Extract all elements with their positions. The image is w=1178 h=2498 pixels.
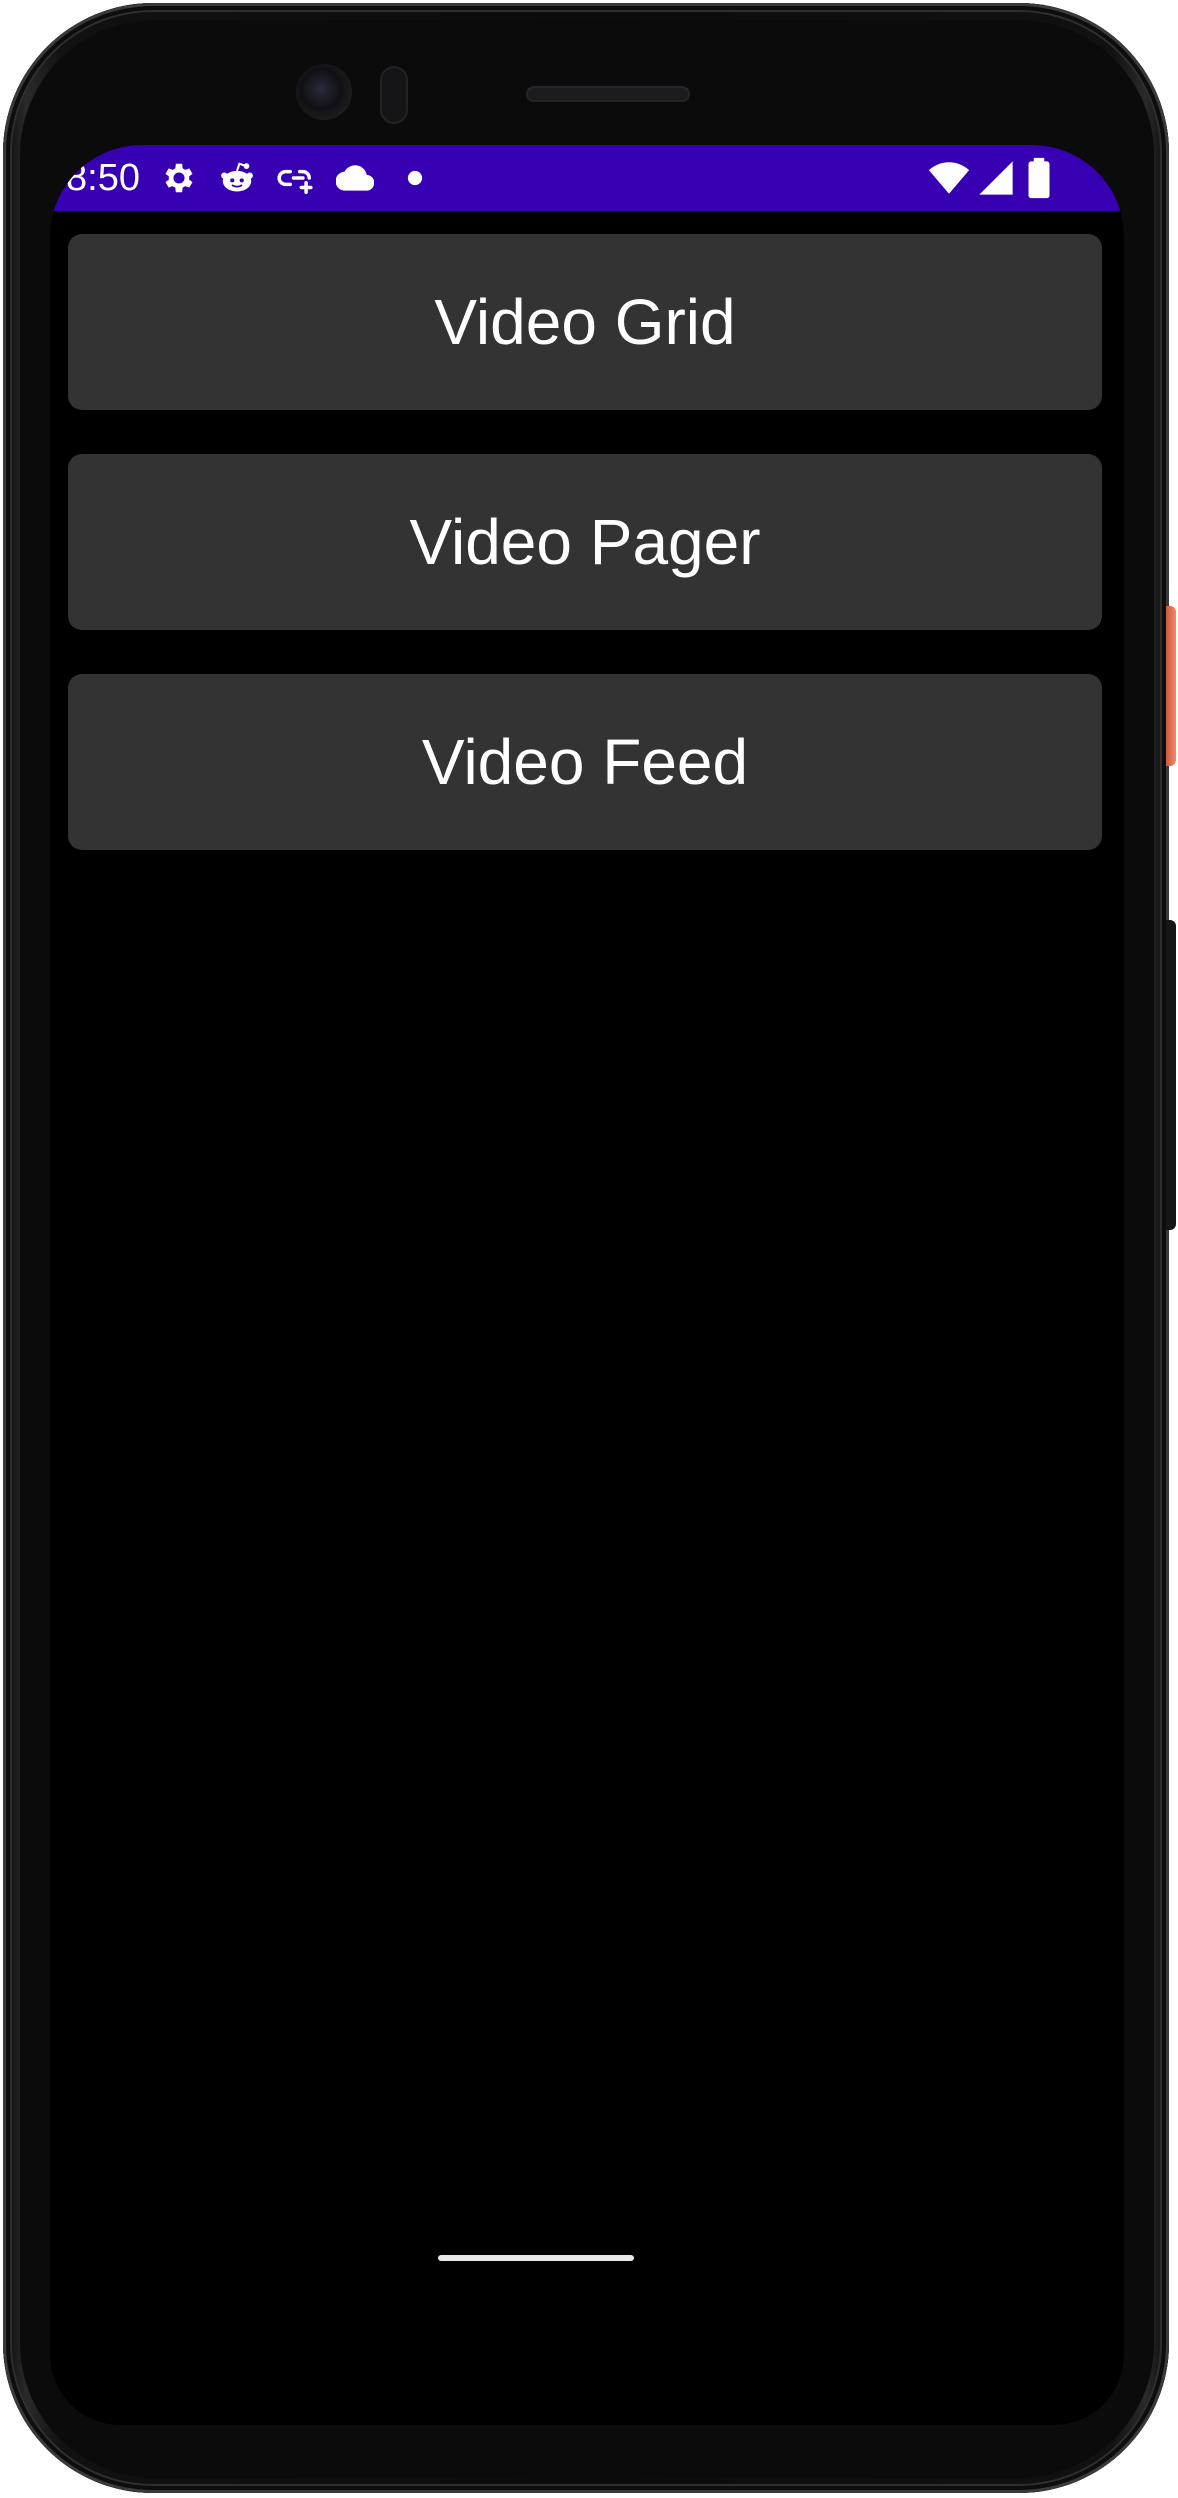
status-time: 8:50: [66, 157, 140, 199]
front-camera: [296, 64, 352, 120]
wifi-icon: [928, 157, 970, 199]
volume-button: [1166, 920, 1176, 1230]
video-pager-button[interactable]: Video Pager: [68, 454, 1102, 630]
status-bar: 8:50: [50, 145, 1124, 211]
power-button: [1166, 606, 1176, 766]
app-screen: 8:50 Video Grid Video Pager Video Feed: [50, 145, 1124, 2425]
battery-icon: [1024, 157, 1054, 199]
dot-icon: [396, 159, 434, 197]
video-feed-button[interactable]: Video Feed: [68, 674, 1102, 850]
reddit-icon: [218, 159, 256, 197]
cloud-icon: [336, 159, 374, 197]
proximity-sensor: [380, 66, 408, 124]
gear-icon: [160, 159, 198, 197]
link-add-icon: [276, 159, 314, 197]
earpiece-speaker: [526, 86, 690, 102]
video-grid-button[interactable]: Video Grid: [68, 234, 1102, 410]
signal-icon: [976, 158, 1016, 198]
gesture-nav-handle[interactable]: [438, 2255, 634, 2261]
